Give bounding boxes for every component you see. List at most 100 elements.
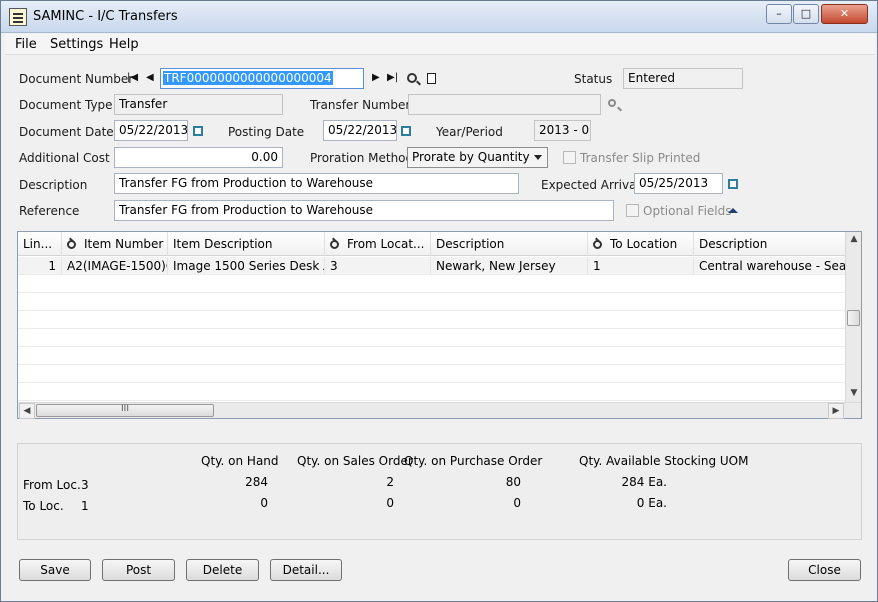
horizontal-scroll-thumb[interactable]: III: [36, 404, 214, 417]
transfer-slip-printed-label: Transfer Slip Printed: [580, 151, 701, 165]
table-row[interactable]: [18, 311, 846, 329]
search-icon[interactable]: [67, 240, 76, 249]
table-row[interactable]: [18, 293, 846, 311]
to-qty-on-sales-order: 0: [386, 496, 394, 510]
table-row[interactable]: [18, 329, 846, 347]
table-row[interactable]: 1 A2(IMAGE-1500)G Image 1500 Series Desk…: [18, 257, 846, 275]
status-label: Status: [574, 72, 613, 86]
column-header-from-location[interactable]: From Locat...: [325, 232, 431, 256]
from-loc-code: 3: [81, 478, 89, 492]
menu-bar: File Settings Help: [5, 34, 875, 55]
document-number-input[interactable]: TRF0000000000000000004: [160, 68, 364, 89]
from-qty-on-purchase-order: 80: [505, 475, 521, 489]
chevron-down-icon: [534, 155, 542, 160]
next-icon[interactable]: ▶: [372, 72, 380, 83]
previous-icon[interactable]: ◀: [146, 72, 154, 83]
title-bar: SAMINC - I/C Transfers – □ ✕: [1, 1, 877, 33]
menu-settings[interactable]: Settings: [50, 37, 103, 52]
reference-label: Reference: [19, 204, 80, 218]
horizontal-scrollbar[interactable]: ◀ III ▶: [18, 402, 861, 419]
description-label: Description: [19, 178, 88, 192]
close-window-button[interactable]: ✕: [821, 4, 868, 24]
from-qty-on-sales-order: 2: [386, 475, 394, 489]
expected-arrival-input[interactable]: 05/25/2013: [634, 173, 723, 194]
cell-to-description: Central warehouse - Seattle: [699, 259, 846, 273]
qty-on-sales-order-header: Qty. on Sales Order: [297, 454, 413, 468]
first-icon[interactable]: |◀: [127, 72, 138, 83]
table-row[interactable]: [18, 347, 846, 365]
app-icon: [9, 8, 27, 26]
column-header-item-number[interactable]: Item Number: [62, 232, 168, 256]
optional-fields-checkbox[interactable]: [626, 204, 639, 217]
new-document-icon[interactable]: [427, 73, 436, 84]
expected-arrival-label: Expected Arrival: [541, 178, 640, 192]
column-header-item-description[interactable]: Item Description: [168, 232, 325, 256]
collapse-arrow-icon[interactable]: [728, 208, 738, 213]
additional-cost-label: Additional Cost: [19, 151, 110, 165]
scroll-left-icon[interactable]: ◀: [19, 403, 35, 419]
cell-from-description: Newark, New Jersey: [431, 257, 588, 275]
vertical-scrollbar[interactable]: ▲ ▼: [845, 232, 861, 402]
proration-method-select[interactable]: Prorate by Quantity: [407, 147, 548, 168]
to-qty-on-purchase-order: 0: [513, 496, 521, 510]
delete-button[interactable]: Delete: [186, 559, 259, 581]
calendar-icon[interactable]: [193, 126, 203, 136]
calendar-icon[interactable]: [401, 126, 411, 136]
qty-on-purchase-order-header: Qty. on Purchase Order: [404, 454, 543, 468]
search-icon[interactable]: [407, 73, 417, 83]
close-button[interactable]: Close: [788, 559, 861, 581]
description-input[interactable]: Transfer FG from Production to Warehouse: [114, 173, 519, 194]
posting-date-input[interactable]: 05/22/2013: [323, 120, 397, 141]
post-button[interactable]: Post: [102, 559, 175, 581]
from-qty-available: 284 Ea.: [621, 475, 667, 489]
transfer-window: SAMINC - I/C Transfers – □ ✕ File Settin…: [0, 0, 878, 602]
calendar-icon[interactable]: [728, 179, 738, 189]
scroll-up-icon[interactable]: ▲: [846, 232, 862, 248]
qty-available-header: Qty. Available Stocking UOM: [579, 454, 749, 468]
document-date-input[interactable]: 05/22/2013: [114, 120, 188, 141]
document-type-label: Document Type: [19, 98, 113, 112]
column-header-to-location[interactable]: To Location: [588, 232, 694, 256]
to-qty-available: 0 Ea.: [636, 496, 667, 510]
search-icon[interactable]: [593, 240, 602, 249]
table-row[interactable]: [18, 365, 846, 383]
transfer-search-icon[interactable]: [608, 99, 616, 107]
scroll-right-icon[interactable]: ▶: [828, 403, 844, 419]
from-qty-on-hand: 284: [245, 475, 268, 489]
maximize-button[interactable]: □: [793, 4, 819, 24]
scroll-down-icon[interactable]: ▼: [846, 386, 862, 402]
column-header-to-description[interactable]: Description: [694, 232, 846, 256]
qty-on-hand-header: Qty. on Hand: [201, 454, 279, 468]
vertical-scroll-thumb[interactable]: [847, 310, 860, 326]
table-row[interactable]: [18, 383, 846, 401]
column-header-line[interactable]: Lin...: [18, 232, 62, 256]
document-date-label: Document Date: [19, 125, 114, 139]
column-header-from-description[interactable]: Description: [431, 232, 588, 256]
save-button[interactable]: Save: [19, 559, 91, 581]
optional-fields-label: Optional Fields: [643, 204, 732, 218]
grid-header: Lin... Item Number Item Description From…: [18, 232, 846, 256]
cell-item-description: Image 1500 Series Desk A...: [168, 257, 325, 275]
additional-cost-input[interactable]: 0.00: [114, 147, 283, 168]
proration-method-label: Proration Method: [310, 151, 414, 165]
posting-date-label: Posting Date: [228, 125, 305, 139]
search-icon[interactable]: [330, 240, 339, 249]
window-title: SAMINC - I/C Transfers: [33, 9, 178, 24]
table-row[interactable]: [18, 275, 846, 293]
reference-input[interactable]: Transfer FG from Production to Warehouse: [114, 200, 614, 221]
document-type-field: Transfer: [114, 94, 283, 115]
detail-button[interactable]: Detail...: [270, 559, 342, 581]
transfer-number-field: [408, 94, 601, 115]
quantities-panel: Qty. on Hand Qty. on Sales Order Qty. on…: [17, 443, 862, 540]
transfer-slip-printed-checkbox[interactable]: [563, 151, 576, 164]
proration-method-value: Prorate by Quantity: [412, 150, 530, 164]
menu-help[interactable]: Help: [109, 37, 139, 52]
to-loc-code: 1: [81, 499, 89, 513]
transfer-number-label: Transfer Number: [310, 98, 411, 112]
last-icon[interactable]: ▶|: [387, 72, 398, 83]
transfer-detail-grid[interactable]: Lin... Item Number Item Description From…: [17, 231, 862, 419]
to-loc-label: To Loc.: [23, 499, 64, 513]
minimize-button[interactable]: –: [766, 4, 792, 24]
menu-file[interactable]: File: [15, 37, 37, 52]
year-period-label: Year/Period: [436, 125, 503, 139]
